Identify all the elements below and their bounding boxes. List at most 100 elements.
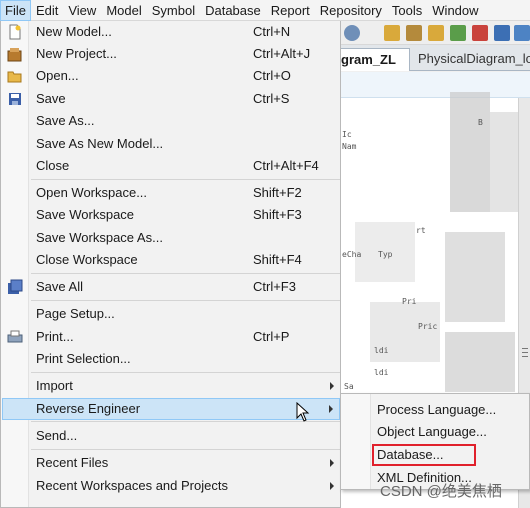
menu-item-open[interactable]: Open... Ctrl+O [2, 65, 340, 87]
menu-item-shortcut: Ctrl+F3 [253, 279, 296, 294]
menu-item-send[interactable]: Send... [2, 425, 340, 447]
menu-item-page-setup[interactable]: Page Setup... [2, 303, 340, 325]
canvas-ruler [340, 72, 530, 98]
menu-separator [31, 300, 340, 301]
canvas-text: Pric [418, 322, 438, 331]
menu-edit[interactable]: Edit [31, 0, 63, 21]
menu-item-shortcut: Ctrl+Alt+F4 [253, 158, 319, 173]
blurred-region [450, 92, 490, 212]
menu-item-shortcut: Ctrl+O [253, 68, 291, 83]
menu-item-shortcut: Shift+F3 [253, 207, 302, 222]
menu-item-save-all[interactable]: Save All Ctrl+F3 [2, 276, 340, 298]
menu-item-shortcut: Shift+F2 [253, 185, 302, 200]
blurred-region [490, 112, 518, 212]
diagram-tabs: gram_ZL PhysicalDiagram_loca [340, 45, 530, 71]
menu-item-save-as-new-model[interactable]: Save As New Model... [2, 133, 340, 155]
menu-item-import[interactable]: Import [2, 375, 340, 397]
menu-item-save-as[interactable]: Save As... [2, 110, 340, 132]
canvas-text: Ic [342, 130, 352, 139]
open-folder-icon [7, 71, 22, 83]
menu-item-save[interactable]: Save Ctrl+S [2, 88, 340, 110]
menu-model[interactable]: Model [101, 0, 146, 21]
menu-item-close-workspace[interactable]: Close Workspace Shift+F4 [2, 249, 340, 271]
menu-item-print-selection[interactable]: Print Selection... [2, 348, 340, 370]
submenu-item-label: Process Language... [377, 402, 497, 417]
menu-database[interactable]: Database [200, 0, 266, 21]
menu-item-shortcut: Ctrl+N [253, 24, 291, 39]
canvas-text: B [478, 118, 483, 127]
menu-item-label: Open... [36, 68, 79, 83]
menu-item-label: Save All [36, 279, 83, 294]
canvas-text: Pri [402, 297, 417, 306]
menu-item-shortcut: Ctrl+Alt+J [253, 46, 311, 61]
tab-physical-diagram[interactable]: PhysicalDiagram_loca [410, 48, 530, 71]
new-project-icon [7, 48, 22, 62]
canvas-text: eCha [342, 250, 362, 259]
menu-item-label: Page Setup... [36, 306, 115, 321]
menu-item-shortcut: Ctrl+S [253, 91, 290, 106]
menu-item-save-workspace[interactable]: Save Workspace Shift+F3 [2, 204, 340, 226]
menu-item-close[interactable]: Close Ctrl+Alt+F4 [2, 155, 340, 177]
toolbar-package-icon[interactable] [406, 25, 422, 41]
toolbar-folder-icon[interactable] [384, 25, 400, 41]
toolbar-hierarchy-icon[interactable] [428, 25, 444, 41]
menu-view[interactable]: View [63, 0, 101, 21]
menu-item-label: New Model... [36, 24, 112, 39]
menu-item-label: Save As... [36, 113, 95, 128]
submenu-item-object-language[interactable]: Object Language... [342, 421, 528, 443]
tab-diagram-zl[interactable]: gram_ZL [340, 48, 410, 71]
watermark: CSDN @绝美焦栖 [380, 483, 502, 500]
menu-separator [31, 421, 340, 422]
menu-item-label: Close Workspace [36, 252, 138, 267]
highlight-annotation-box [372, 444, 476, 466]
menu-symbol[interactable]: Symbol [147, 0, 200, 21]
menu-item-label: Reverse Engineer [36, 401, 141, 416]
printer-icon [7, 330, 23, 343]
submenu-item-database[interactable]: Database... [342, 444, 528, 466]
toolbar-dropdown-icon[interactable] [364, 25, 372, 41]
menu-item-reverse-engineer[interactable]: Reverse Engineer [2, 398, 340, 420]
menu-tools[interactable]: Tools [387, 0, 427, 21]
menu-item-label: Close [36, 158, 70, 173]
reverse-engineer-submenu: Process Language... Object Language... D… [340, 393, 530, 490]
menu-repository[interactable]: Repository [315, 0, 387, 21]
menu-item-shortcut: Shift+F4 [253, 252, 302, 267]
menu-separator [31, 449, 340, 450]
menu-item-label: Save Workspace [36, 207, 135, 222]
menu-item-label: Recent Workspaces and Projects [36, 478, 228, 493]
save-all-icon [8, 279, 23, 294]
menu-item-new-model[interactable]: New Model... Ctrl+N [2, 21, 340, 43]
toolbar-window2-icon[interactable] [514, 25, 530, 41]
menu-item-shortcut: Ctrl+P [253, 329, 290, 344]
menu-item-label: Import [36, 378, 73, 393]
menu-separator [31, 179, 340, 180]
toolbar-check-icon[interactable] [472, 25, 488, 41]
menu-item-print[interactable]: Print... Ctrl+P [2, 326, 340, 348]
menu-item-label: Save Workspace As... [36, 230, 163, 245]
menu-item-new-project[interactable]: New Project... Ctrl+Alt+J [2, 43, 340, 65]
canvas-text: ldi [374, 346, 389, 355]
menu-item-label: Save [36, 91, 66, 106]
submenu-arrow-icon [329, 405, 333, 413]
menu-item-label: Send... [36, 428, 78, 443]
menu-file[interactable]: File [0, 0, 31, 21]
submenu-arrow-icon [330, 382, 334, 390]
toolbar-window-icon[interactable] [494, 25, 510, 41]
canvas-text: ldi [374, 368, 389, 377]
menu-item-save-workspace-as[interactable]: Save Workspace As... [2, 227, 340, 249]
submenu-item-label: Object Language... [377, 424, 487, 439]
menu-report[interactable]: Report [266, 0, 315, 21]
toolbar-refresh-icon[interactable] [450, 25, 466, 41]
canvas-text: Sa [344, 382, 354, 391]
menu-window[interactable]: Window [427, 0, 483, 21]
menu-item-label: New Project... [36, 46, 117, 61]
menu-item-open-workspace[interactable]: Open Workspace... Shift+F2 [2, 182, 340, 204]
submenu-item-process-language[interactable]: Process Language... [342, 399, 528, 421]
toolbar-gear-icon[interactable] [344, 25, 360, 41]
file-menu: New Model... Ctrl+N New Project... Ctrl+… [0, 21, 341, 508]
save-icon [9, 93, 21, 105]
menu-item-recent-files[interactable]: Recent Files [2, 452, 340, 474]
mouse-cursor-icon [296, 402, 310, 422]
blurred-region [445, 332, 515, 392]
menu-item-recent-workspaces[interactable]: Recent Workspaces and Projects [2, 475, 340, 497]
